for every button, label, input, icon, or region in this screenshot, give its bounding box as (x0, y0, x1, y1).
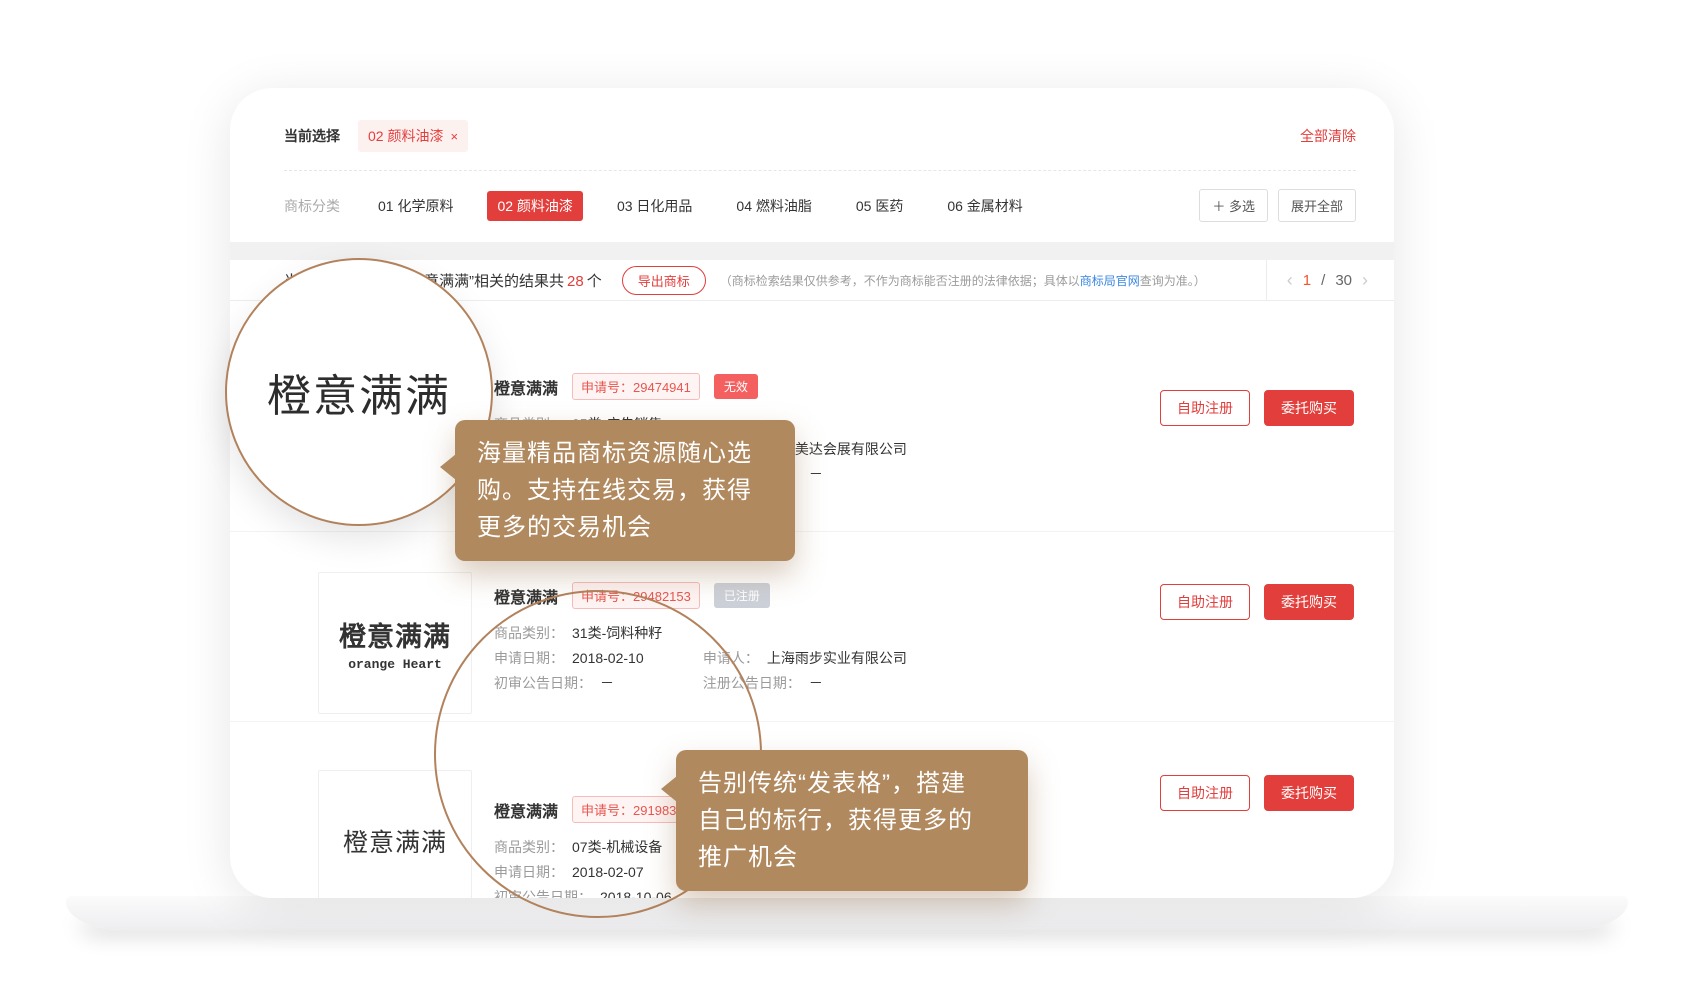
field-label: 申请人： (703, 650, 759, 666)
category-row: 商标分类 01 化学原料 02 颜料油漆 03 日化用品 04 燃料油脂 05 … (284, 189, 1356, 222)
self-register-button[interactable]: 自助注册 (1160, 775, 1250, 811)
clear-all-button[interactable]: 全部清除 (1300, 126, 1356, 146)
disclaimer-suffix: 查询为准。） (1140, 274, 1206, 288)
first-publication-pair: 初审公告日期： － (494, 675, 699, 692)
field-label: 申请日期： (494, 650, 564, 666)
promo-tooltip-trade: 海量精品商标资源随心选 购。支持在线交易，获得 更多的交易机会 (455, 420, 795, 561)
expand-all-button[interactable]: 展开全部 (1278, 189, 1356, 222)
category-item-05[interactable]: 05 医药 (846, 191, 913, 221)
apply-date-pair: 申请日期： 2018-02-07 (494, 864, 699, 881)
results-count: 28 (567, 273, 584, 290)
current-selection-row: 当前选择 02 颜料油漆 × 全部清除 (284, 120, 1356, 152)
disclaimer-prefix: （商标检索结果仅供参考，不作为商标能否注册的法律依据；具体以 (720, 274, 1080, 288)
row-actions: 自助注册 委托购买 (1160, 584, 1354, 721)
trademark-name: 橙意满满 (494, 798, 558, 822)
table-row: 橙意满满 orange Heart 橙意满满 申请号：29482153 已注册 … (230, 532, 1394, 722)
application-number-label: 申请号： (581, 589, 633, 604)
field-value: － (600, 675, 614, 691)
application-number-tag: 申请号：29482153 (572, 582, 700, 609)
row-actions: 自助注册 委托购买 (1160, 775, 1354, 898)
entrust-buy-button[interactable]: 委托购买 (1264, 584, 1354, 620)
pagination: ‹ 1 / 30 › (1266, 260, 1394, 300)
remove-filter-icon[interactable]: × (450, 129, 458, 144)
category-item-01[interactable]: 01 化学原料 (368, 191, 463, 221)
application-number-tag: 申请号：29474941 (572, 373, 700, 400)
field-label: 初审公告日期： (494, 675, 592, 691)
trademark-image: 橙意满满 (318, 770, 472, 898)
entrust-buy-button[interactable]: 委托购买 (1264, 390, 1354, 426)
current-selection-label: 当前选择 (284, 126, 340, 146)
magnified-trademark-text: 橙意满满 (267, 360, 451, 424)
status-badge: 已注册 (714, 583, 770, 608)
page-separator: / (1321, 272, 1325, 289)
field-label: 申请日期： (494, 864, 564, 880)
field-label: 初审公告日期： (494, 889, 592, 898)
applicant-pair: 申请人： 上海雨步实业有限公司 (703, 650, 907, 666)
trademark-name: 橙意满满 (494, 375, 558, 399)
field-value: 31类-饲料种籽 (572, 625, 662, 641)
dashed-divider (284, 170, 1356, 171)
category-line: 商品类别： 31类-饲料种籽 (494, 625, 1160, 642)
prev-page-icon[interactable]: ‹ (1287, 271, 1293, 289)
next-page-icon[interactable]: › (1362, 271, 1368, 289)
field-value: 07类-机械设备 (572, 839, 662, 855)
magnifier-circle: 橙意满满 (225, 258, 493, 526)
trademark-title-line: 橙意满满 申请号：29474941 无效 (494, 373, 1160, 400)
publication-line: 初审公告日期： － 注册公告日期： － (494, 675, 1160, 692)
apply-line: 申请日期： 2018-02-10 申请人： 上海雨步实业有限公司 (494, 650, 1160, 667)
category-item-03[interactable]: 03 日化用品 (607, 191, 702, 221)
trademark-image-subtext: orange Heart (348, 657, 442, 672)
field-label: 注册公告日期： (703, 675, 801, 691)
results-disclaimer: （商标检索结果仅供参考，不作为商标能否注册的法律依据；具体以商标局官网查询为准。… (720, 272, 1206, 289)
export-trademarks-button[interactable]: 导出商标 (622, 266, 706, 295)
section-gap (230, 242, 1394, 260)
field-value: － (809, 675, 823, 691)
current-page: 1 (1303, 272, 1311, 289)
apply-date-pair: 申请日期： 2018-02-10 (494, 650, 699, 667)
first-publication-pair: 初审公告日期： 2018-10-06 (494, 889, 699, 898)
field-label: 商品类别： (494, 839, 564, 855)
status-badge: 无效 (714, 374, 758, 399)
field-value: 2018-02-10 (572, 650, 644, 666)
registration-publication-pair: 注册公告日期： － (703, 675, 823, 691)
category-item-04[interactable]: 04 燃料油脂 (726, 191, 821, 221)
self-register-button[interactable]: 自助注册 (1160, 390, 1250, 426)
category-actions: ＋ 多选 展开全部 (1199, 189, 1356, 222)
application-number-label: 申请号： (581, 380, 633, 395)
field-label: 商品类别： (494, 625, 564, 641)
total-pages: 30 (1335, 272, 1352, 289)
application-number-label: 申请号： (581, 803, 633, 818)
multi-select-button[interactable]: ＋ 多选 (1199, 189, 1268, 222)
laptop-base (66, 896, 1628, 930)
field-value: 2018-02-07 (572, 864, 644, 880)
application-number-value: 29474941 (633, 380, 691, 395)
field-value: 上海雨步实业有限公司 (767, 650, 907, 666)
trademark-image: 橙意满满 orange Heart (318, 572, 472, 714)
trademark-title-line: 橙意满满 申请号：29482153 已注册 (494, 582, 1160, 609)
row-actions: 自助注册 委托购买 (1160, 390, 1354, 531)
selected-filter-tag-text: 02 颜料油漆 (368, 126, 443, 146)
self-register-button[interactable]: 自助注册 (1160, 584, 1250, 620)
selected-filter-tag[interactable]: 02 颜料油漆 × (358, 120, 468, 152)
results-count-suffix: 个 (587, 273, 602, 290)
category-item-02-active[interactable]: 02 颜料油漆 (487, 191, 582, 221)
field-value: 2018-10-06 (600, 889, 672, 898)
promo-tooltip-promotion: 告别传统“发表格”，搭建 自己的标行，获得更多的 推广机会 (676, 750, 1028, 891)
category-item-06[interactable]: 06 金属材料 (937, 191, 1032, 221)
trademark-image-text: 橙意满满 (339, 615, 451, 654)
field-value: － (809, 466, 823, 482)
application-number-value: 29482153 (633, 589, 691, 604)
trademark-name: 橙意满满 (494, 584, 558, 608)
entrust-buy-button[interactable]: 委托购买 (1264, 775, 1354, 811)
trademark-image-text: 橙意满满 (343, 823, 447, 859)
filter-section: 当前选择 02 颜料油漆 × 全部清除 商标分类 01 化学原料 02 颜料油漆… (230, 88, 1394, 242)
category-row-label: 商标分类 (284, 196, 340, 216)
trademark-office-link[interactable]: 商标局官网 (1080, 274, 1140, 288)
